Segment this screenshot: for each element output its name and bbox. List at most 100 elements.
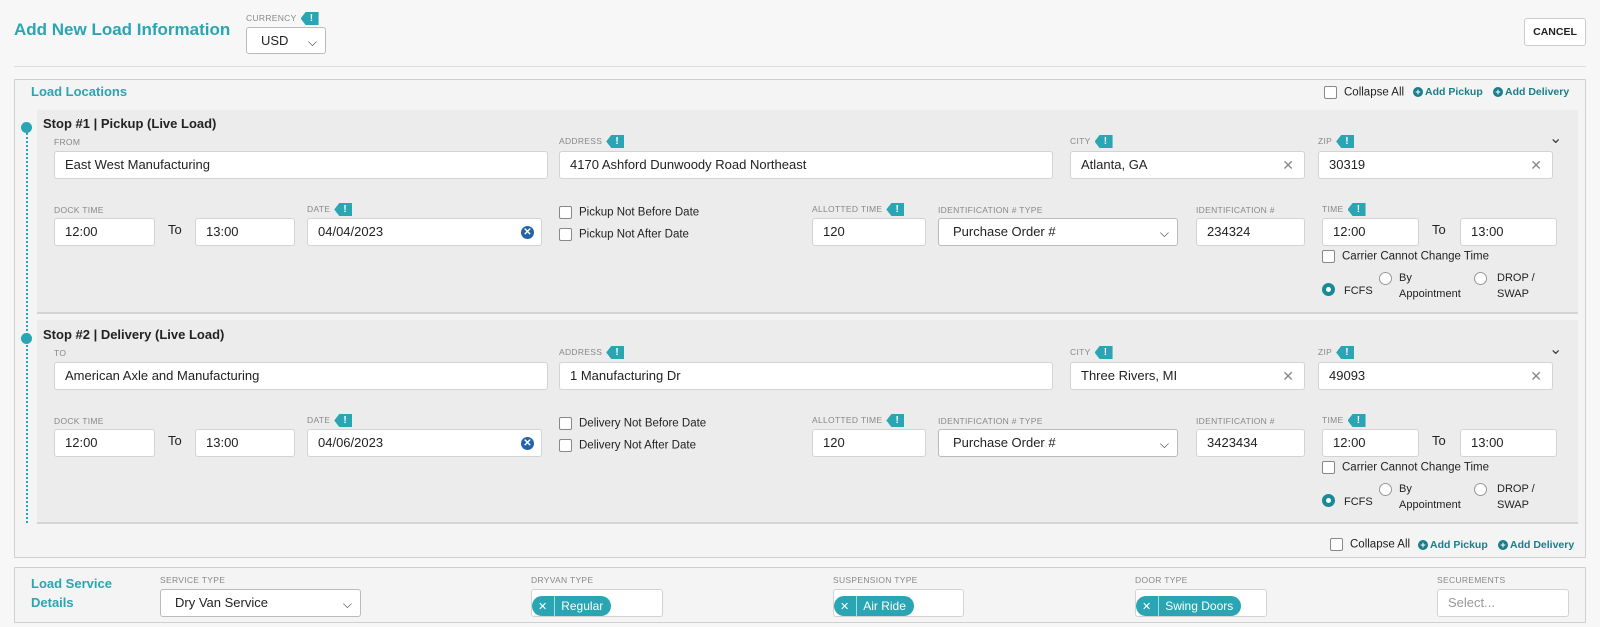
radio-empty-icon[interactable] — [1379, 272, 1392, 286]
dock-time-label: DOCK TIME — [54, 416, 104, 426]
fcfs-option[interactable]: FCFS — [1322, 492, 1373, 510]
info-flag-icon[interactable] — [1347, 203, 1366, 216]
remove-tag-icon[interactable]: ✕ — [840, 601, 849, 613]
date-input[interactable]: 04/04/2023 ✕ — [307, 218, 542, 246]
by-appointment-radio[interactable] — [1379, 270, 1392, 288]
time-to-input[interactable]: 13:00 — [1460, 429, 1557, 457]
remove-tag-icon[interactable]: ✕ — [1142, 601, 1151, 613]
radio-selected-icon[interactable] — [1322, 283, 1335, 297]
cancel-button[interactable]: CANCEL — [1524, 18, 1586, 46]
suspension-type-multiselect[interactable]: ✕ Air Ride — [833, 589, 964, 617]
clear-icon[interactable]: ✕ — [1282, 152, 1294, 178]
stop-title: Stop #1 | Pickup (Live Load) — [43, 116, 217, 131]
clear-icon[interactable]: ✕ — [1530, 363, 1542, 389]
not-after-checkbox[interactable] — [559, 439, 572, 452]
zip-label: ZIP — [1318, 135, 1355, 148]
securements-select[interactable]: Select... — [1437, 589, 1569, 617]
info-flag-icon[interactable] — [1347, 414, 1366, 427]
id-type-select[interactable]: Purchase Order # ⌵ — [938, 218, 1178, 246]
tag-separator — [856, 596, 858, 616]
by-appointment-radio[interactable] — [1379, 481, 1392, 499]
add-pickup-bottom-link[interactable]: + Add Pickup — [1418, 539, 1488, 551]
collapse-all-checkbox[interactable] — [1330, 538, 1343, 551]
plus-circle-icon: + — [1413, 87, 1423, 98]
not-before-date-option[interactable]: Delivery Not Before Date — [559, 417, 706, 430]
chevron-down-icon[interactable]: ⌄ — [1549, 339, 1562, 359]
id-type-label: IDENTIFICATION # TYPE — [938, 205, 1043, 215]
info-flag-icon[interactable] — [1094, 135, 1113, 148]
info-flag-icon[interactable] — [1094, 346, 1113, 359]
info-flag-icon[interactable] — [334, 414, 353, 427]
time-from-input[interactable]: 12:00 — [1322, 218, 1419, 246]
city-input[interactable]: Three Rivers, MI ✕ — [1070, 362, 1305, 390]
dock-time-from-input[interactable]: 12:00 — [54, 429, 155, 457]
info-flag-icon[interactable] — [1336, 135, 1355, 148]
not-after-date-option[interactable]: Delivery Not After Date — [559, 439, 696, 452]
id-number-input[interactable]: 3423434 — [1196, 429, 1305, 457]
dryvan-type-multiselect[interactable]: ✕ Regular — [531, 589, 663, 617]
city-input[interactable]: Atlanta, GA ✕ — [1070, 151, 1305, 179]
clear-circle-icon[interactable]: ✕ — [521, 437, 534, 450]
id-type-select[interactable]: Purchase Order # ⌵ — [938, 429, 1178, 457]
dock-time-to-input[interactable]: 13:00 — [195, 218, 295, 246]
to-party-input[interactable]: American Axle and Manufacturing — [54, 362, 548, 390]
time-from-input[interactable]: 12:00 — [1322, 429, 1419, 457]
not-before-checkbox[interactable] — [559, 417, 572, 430]
add-pickup-top-link[interactable]: + Add Pickup — [1413, 86, 1483, 98]
collapse-all-top[interactable]: Collapse All — [1324, 86, 1404, 99]
not-before-date-option[interactable]: Pickup Not Before Date — [559, 206, 699, 219]
securements-label: SECUREMENTS — [1437, 575, 1506, 585]
zip-input[interactable]: 30319 ✕ — [1318, 151, 1553, 179]
info-flag-icon[interactable] — [334, 203, 353, 216]
carrier-cannot-change-option[interactable]: Carrier Cannot Change Time — [1322, 461, 1489, 474]
chevron-down-icon: ⌵ — [307, 35, 317, 49]
carrier-cannot-change-option[interactable]: Carrier Cannot Change Time — [1322, 250, 1489, 263]
from-input[interactable]: East West Manufacturing — [54, 151, 548, 179]
address-input[interactable]: 1 Manufacturing Dr — [559, 362, 1053, 390]
drop-swap-radio[interactable] — [1474, 481, 1487, 499]
door-tag: ✕ Swing Doors — [1136, 596, 1242, 616]
time-to-input[interactable]: 13:00 — [1460, 218, 1557, 246]
address-input[interactable]: 4170 Ashford Dunwoody Road Northeast — [559, 151, 1053, 179]
info-flag-icon[interactable] — [886, 414, 905, 427]
add-delivery-bottom-link[interactable]: + Add Delivery — [1498, 539, 1574, 551]
carrier-cannot-change-checkbox[interactable] — [1322, 461, 1335, 474]
radio-selected-icon[interactable] — [1322, 494, 1335, 508]
collapse-all-checkbox[interactable] — [1324, 86, 1337, 99]
info-flag-icon[interactable] — [1336, 346, 1355, 359]
date-input[interactable]: 04/06/2023 ✕ — [307, 429, 542, 457]
not-before-checkbox[interactable] — [559, 206, 572, 219]
clear-circle-icon[interactable]: ✕ — [521, 226, 534, 239]
remove-tag-icon[interactable]: ✕ — [538, 601, 547, 613]
drop-swap-radio[interactable] — [1474, 270, 1487, 288]
chevron-down-icon[interactable]: ⌄ — [1549, 128, 1562, 148]
door-type-multiselect[interactable]: ✕ Swing Doors — [1135, 589, 1267, 617]
allotted-time-input[interactable]: 120 — [812, 429, 926, 457]
currency-select[interactable]: USD ⌵ — [246, 27, 326, 54]
collapse-all-bottom[interactable]: Collapse All — [1330, 538, 1410, 551]
dock-time-to-input[interactable]: 13:00 — [195, 429, 295, 457]
service-type-select[interactable]: Dry Van Service ⌵ — [160, 589, 361, 617]
dock-time-from-input[interactable]: 12:00 — [54, 218, 155, 246]
chevron-down-icon: ⌵ — [342, 597, 352, 611]
radio-empty-icon[interactable] — [1474, 272, 1487, 286]
zip-input[interactable]: 49093 ✕ — [1318, 362, 1553, 390]
clear-icon[interactable]: ✕ — [1282, 363, 1294, 389]
info-flag-icon[interactable] — [886, 203, 905, 216]
not-after-date-option[interactable]: Pickup Not After Date — [559, 228, 689, 241]
load-locations-title: Load Locations — [31, 84, 128, 99]
timeline-dot — [21, 122, 32, 133]
radio-empty-icon[interactable] — [1379, 483, 1392, 497]
info-flag-icon[interactable] — [606, 135, 625, 148]
not-after-checkbox[interactable] — [559, 228, 572, 241]
clear-icon[interactable]: ✕ — [1530, 152, 1542, 178]
add-delivery-top-link[interactable]: + Add Delivery — [1493, 86, 1569, 98]
radio-empty-icon[interactable] — [1474, 483, 1487, 497]
id-number-input[interactable]: 234324 — [1196, 218, 1305, 246]
to-label: To — [168, 222, 182, 237]
info-flag-icon[interactable] — [300, 12, 319, 25]
info-flag-icon[interactable] — [606, 346, 625, 359]
allotted-time-input[interactable]: 120 — [812, 218, 926, 246]
carrier-cannot-change-checkbox[interactable] — [1322, 250, 1335, 263]
fcfs-option[interactable]: FCFS — [1322, 281, 1373, 299]
